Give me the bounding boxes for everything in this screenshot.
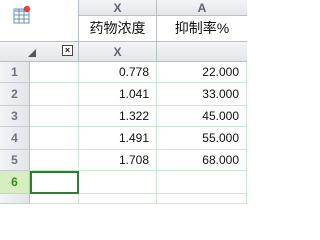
cell-a[interactable]: 68.000 bbox=[157, 150, 247, 171]
cell-x[interactable] bbox=[79, 194, 157, 204]
row-header-active[interactable]: 6 bbox=[0, 171, 30, 194]
column-letter-a[interactable]: A bbox=[157, 0, 247, 16]
row-header[interactable]: 1 bbox=[0, 62, 30, 83]
spreadsheet-grid: × X A 药物浓度 抑制率% X 1 0.778 22.000 2 1.041… bbox=[0, 0, 247, 204]
cell-x[interactable]: 1.708 bbox=[79, 150, 157, 171]
row-label-cell[interactable] bbox=[30, 62, 79, 83]
cell-x[interactable]: 1.322 bbox=[79, 106, 157, 127]
row-label-cell[interactable] bbox=[30, 83, 79, 106]
row-header[interactable]: 2 bbox=[0, 83, 30, 106]
column-subtitle-x[interactable]: X bbox=[79, 42, 157, 62]
cell-x[interactable]: 1.491 bbox=[79, 127, 157, 150]
row-label-cell[interactable] bbox=[30, 106, 79, 127]
column-title-a[interactable]: 抑制率% bbox=[157, 16, 247, 42]
close-icon[interactable]: × bbox=[62, 45, 73, 56]
row-label-cell[interactable] bbox=[30, 127, 79, 150]
cell-a[interactable] bbox=[157, 194, 247, 204]
row-header[interactable]: 5 bbox=[0, 150, 30, 171]
column-subtitle-a[interactable] bbox=[157, 42, 247, 62]
column-letter-x[interactable]: X bbox=[79, 0, 157, 16]
table-grid-icon[interactable] bbox=[11, 4, 33, 26]
cell-x[interactable]: 1.041 bbox=[79, 83, 157, 106]
cell-a[interactable] bbox=[157, 171, 247, 194]
cell-a[interactable]: 22.000 bbox=[157, 62, 247, 83]
cell-a[interactable]: 45.000 bbox=[157, 106, 247, 127]
row-header[interactable]: 4 bbox=[0, 127, 30, 150]
row-header[interactable]: 3 bbox=[0, 106, 30, 127]
row-label-cell[interactable] bbox=[30, 194, 79, 204]
column-title-x[interactable]: 药物浓度 bbox=[79, 16, 157, 42]
cell-x[interactable] bbox=[79, 171, 157, 194]
cell-a[interactable]: 33.000 bbox=[157, 83, 247, 106]
row-header[interactable] bbox=[0, 194, 30, 204]
cell-x[interactable]: 0.778 bbox=[79, 62, 157, 83]
sort-triangle-icon[interactable] bbox=[28, 49, 36, 57]
cell-a[interactable]: 55.000 bbox=[157, 127, 247, 150]
selected-cell[interactable] bbox=[30, 171, 79, 194]
row-label-cell[interactable] bbox=[30, 150, 79, 171]
